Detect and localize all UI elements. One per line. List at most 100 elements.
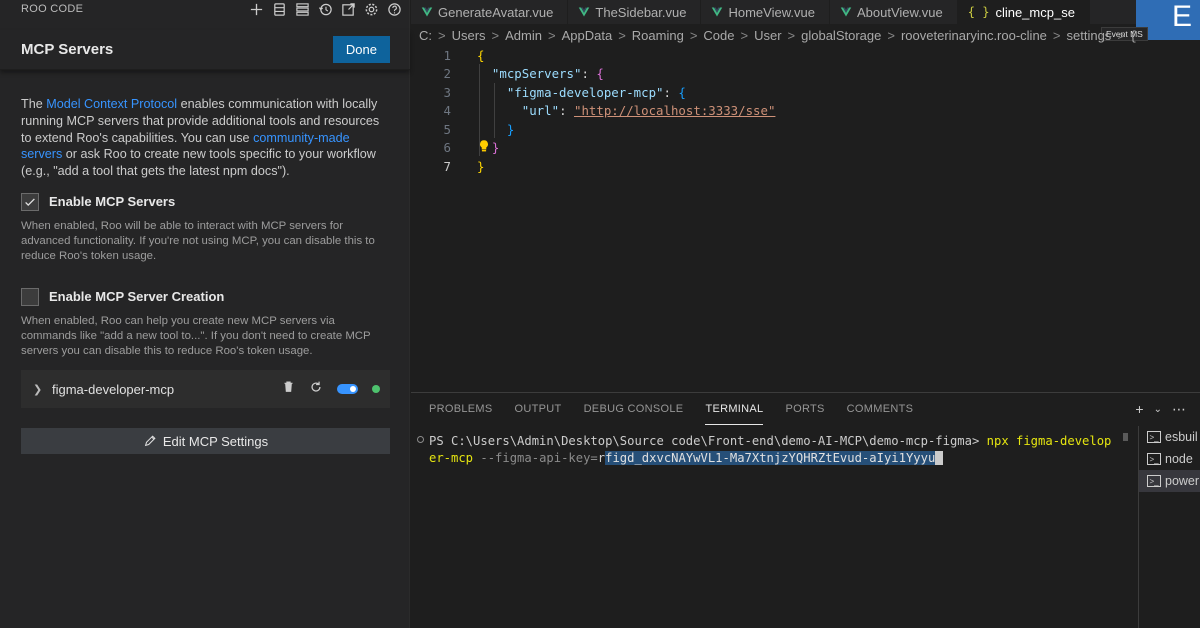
terminal-list-item[interactable]: >_ node: [1139, 448, 1200, 470]
enable-creation-row: Enable MCP Server Creation: [21, 287, 391, 306]
server-row[interactable]: ❯ figma-developer-mcp: [21, 370, 390, 408]
json-url-value[interactable]: "http://localhost:3333/sse": [574, 103, 775, 118]
terminal-line: er-mcp --figma-api-key=rfigd_dxvcNAYwVL1…: [411, 450, 1129, 467]
code-text: "url": "http://localhost:3333/sse": [521, 103, 776, 119]
vue-file-icon: [840, 7, 852, 17]
vue-file-icon: [579, 7, 590, 17]
code-line: 7}: [411, 157, 1200, 176]
breadcrumb-item[interactable]: User: [754, 28, 781, 43]
checkmark-icon: [25, 198, 35, 206]
panel-tab[interactable]: COMMENTS: [847, 393, 914, 425]
editor-tab[interactable]: AboutView.vue: [830, 0, 958, 24]
breadcrumb-item[interactable]: rooveterinaryinc.roo-cline: [901, 28, 1047, 43]
code-editor[interactable]: 1{ 2 "mcpServers": { 3 "figma-developer-…: [411, 46, 1200, 386]
line-number: 1: [443, 47, 451, 63]
breadcrumb-item[interactable]: AppData: [562, 28, 613, 43]
terminal-list: >_ esbuil >_ node >_ power: [1138, 426, 1200, 628]
vue-file-icon: [712, 7, 723, 17]
json-key: "figma-developer-mcp": [506, 84, 664, 100]
more-actions-icon[interactable]: ⋯: [1172, 401, 1186, 419]
terminal-command-cont: er-mcp: [429, 451, 474, 465]
code-line: 5 }: [411, 120, 1200, 139]
model-context-protocol-link[interactable]: Model Context Protocol: [46, 97, 177, 111]
breadcrumb-item[interactable]: Admin: [505, 28, 542, 43]
breadcrumb-separator: >: [618, 27, 626, 43]
editor-tab-label: TheSidebar.vue: [595, 4, 687, 20]
line-number: 6: [443, 140, 451, 156]
editor-tab[interactable]: HomeView.vue: [701, 0, 830, 24]
line-number-current: 7: [443, 158, 451, 174]
breadcrumb-separator: >: [887, 27, 895, 43]
chevron-right-icon[interactable]: ❯: [33, 383, 47, 396]
terminal[interactable]: PS C:\Users\Admin\Desktop\Source code\Fr…: [411, 433, 1129, 467]
terminal-args: --figma-api-key=: [473, 451, 598, 465]
terminal-cursor: [935, 451, 943, 465]
panel-tab[interactable]: PROBLEMS: [429, 393, 493, 425]
line-number: 2: [443, 66, 451, 82]
terminal-list-item[interactable]: >_ esbuil: [1139, 426, 1200, 448]
enable-mcp-label: Enable MCP Servers: [49, 194, 176, 210]
panel-actions: + ⌄ ⋯: [1135, 401, 1186, 419]
server-enable-toggle[interactable]: [337, 384, 358, 394]
json-key: "mcpServers": [491, 66, 582, 82]
terminal-selected-api-key[interactable]: figd_dxvcNAYwVL1-Ma7XtnjzYQHRZtEvud-aIyi…: [605, 451, 936, 465]
enable-mcp-checkbox[interactable]: [21, 192, 39, 211]
code-line: 1{: [411, 46, 1200, 65]
lightbulb-icon[interactable]: [477, 139, 491, 153]
gear-icon[interactable]: [362, 0, 380, 18]
terminal-icon: >_: [1147, 475, 1161, 487]
editor-tab-label: HomeView.vue: [728, 4, 815, 20]
editor-tab[interactable]: TheSidebar.vue: [568, 0, 702, 24]
terminal-list-label: node: [1165, 452, 1193, 466]
pencil-icon: [144, 435, 156, 447]
editor-tab[interactable]: GenerateAvatar.vue: [411, 0, 569, 24]
trash-icon[interactable]: [282, 380, 295, 398]
editor-tab[interactable]: { } cline_mcp_se: [957, 0, 1090, 24]
terminal-icon: >_: [1147, 431, 1161, 443]
plus-icon[interactable]: [247, 0, 265, 18]
line-number: 3: [443, 84, 451, 100]
server-name: figma-developer-mcp: [52, 381, 175, 397]
panel-tab[interactable]: OUTPUT: [515, 393, 562, 425]
popout-icon[interactable]: [339, 0, 357, 18]
history-icon[interactable]: [316, 0, 334, 18]
server-list-icon[interactable]: [293, 0, 311, 18]
editor-tab-label: GenerateAvatar.vue: [438, 4, 554, 20]
chevron-down-icon[interactable]: ⌄: [1154, 401, 1162, 419]
breadcrumb-separator: >: [548, 27, 556, 43]
breadcrumb-item[interactable]: Users: [452, 28, 486, 43]
breadcrumb-item[interactable]: Code: [703, 28, 734, 43]
new-terminal-icon[interactable]: +: [1135, 401, 1143, 419]
enable-mcp-description: When enabled, Roo will be able to intera…: [21, 219, 375, 262]
breadcrumb-item[interactable]: C:: [419, 28, 432, 43]
panel-tab[interactable]: PORTS: [785, 393, 824, 425]
code-line: 6 }: [411, 139, 1200, 158]
mcp-header: MCP Servers Done: [0, 30, 410, 70]
database-icon[interactable]: [270, 0, 288, 18]
panel-tab[interactable]: TERMINAL: [705, 393, 764, 425]
breadcrumb-separator: >: [689, 27, 698, 43]
line-number: 4: [443, 103, 451, 119]
done-button[interactable]: Done: [332, 36, 390, 63]
editor-tabs: GenerateAvatar.vue TheSidebar.vue HomeView…: [411, 0, 1200, 24]
terminal-list-item[interactable]: >_ power: [1139, 470, 1200, 492]
help-icon[interactable]: [385, 0, 403, 18]
breadcrumb-separator: >: [1117, 27, 1125, 43]
code-text: "mcpServers": {: [491, 66, 604, 82]
restart-icon[interactable]: [309, 380, 323, 399]
roo-toolbar: [247, 0, 403, 18]
breadcrumb-item[interactable]: {} cli: [1131, 28, 1136, 43]
edit-mcp-settings-label: Edit MCP Settings: [162, 433, 269, 449]
roo-top-bar: ROO CODE: [0, 0, 409, 18]
edit-mcp-settings-button[interactable]: Edit MCP Settings: [21, 428, 390, 454]
breadcrumb-item[interactable]: globalStorage: [801, 28, 881, 43]
enable-creation-checkbox[interactable]: [21, 287, 39, 306]
server-actions: [282, 380, 380, 399]
code-line: 3 "figma-developer-mcp": {: [411, 83, 1200, 102]
breadcrumb-item[interactable]: Roaming: [632, 28, 684, 43]
terminal-scrollbar[interactable]: [1123, 433, 1128, 441]
terminal-prompt: PS C:\Users\Admin\Desktop\Source code\Fr…: [429, 434, 987, 448]
panel-tab[interactable]: DEBUG CONSOLE: [584, 393, 684, 425]
breadcrumb-item[interactable]: settings: [1067, 28, 1112, 43]
terminal-command: npx figma-develop: [986, 434, 1112, 448]
